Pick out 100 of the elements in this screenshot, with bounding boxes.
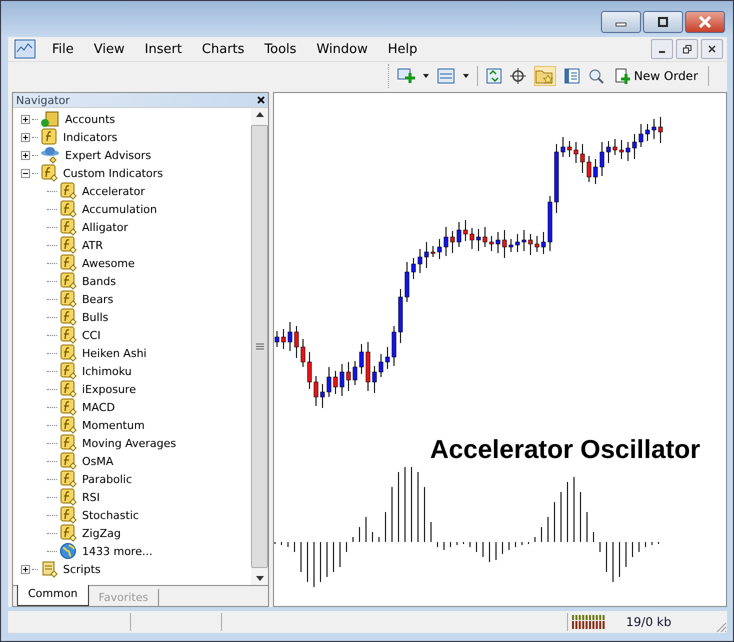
tree-item[interactable]: Stochastic (82, 508, 139, 522)
resize-grip-icon[interactable] (715, 621, 727, 633)
tree-item[interactable]: Ichimoku (82, 364, 132, 378)
scrollbar[interactable] (251, 108, 268, 585)
expander-icon[interactable] (21, 114, 30, 124)
candlestick (470, 228, 474, 250)
candlestick (444, 226, 448, 256)
close-icon[interactable] (257, 96, 265, 104)
caret-icon[interactable] (422, 74, 429, 78)
menu-item[interactable]: Insert (134, 42, 192, 56)
scroll-down-icon[interactable] (256, 576, 264, 581)
tree-item[interactable]: Heiken Ashi (82, 346, 147, 360)
tree-item[interactable]: Bears (82, 292, 114, 306)
tree-item[interactable]: CCI (82, 328, 101, 342)
magnifier-icon[interactable] (588, 68, 604, 84)
tree-item[interactable]: ZigZag (82, 526, 121, 540)
menu-item[interactable]: Window (306, 42, 378, 56)
tree-item[interactable]: Scripts (63, 562, 101, 576)
menu-item[interactable]: Charts (192, 42, 254, 56)
grip-icon (256, 343, 264, 350)
tree-item[interactable]: Momentum (82, 418, 145, 432)
connection-meter-icon (572, 615, 606, 629)
crosshair-icon[interactable] (510, 68, 526, 84)
candlestick (307, 352, 312, 390)
globe-icon (59, 542, 77, 560)
function-icon (59, 416, 77, 434)
terminal-icon[interactable] (564, 68, 580, 84)
maximize-button[interactable] (643, 11, 683, 33)
candlestick (541, 232, 546, 254)
chart-app-icon[interactable] (14, 38, 36, 60)
candlestick (626, 142, 630, 162)
tree-item[interactable]: Accounts (65, 112, 116, 126)
tree-item[interactable]: Bulls (82, 310, 108, 324)
candlestick (645, 124, 650, 142)
candlestick (333, 370, 338, 394)
function-icon (59, 236, 77, 254)
minimize-button[interactable] (601, 11, 641, 33)
candlestick (502, 230, 507, 258)
candlestick (430, 246, 436, 258)
candlestick (534, 236, 540, 252)
candlestick (612, 138, 618, 156)
caret-icon[interactable] (462, 74, 469, 78)
tree-item[interactable]: Accelerator (82, 184, 145, 198)
tree-item[interactable]: Alligator (82, 220, 128, 234)
tree-item[interactable]: 1433 more... (82, 544, 152, 558)
function-icon (59, 524, 77, 542)
candlestick (567, 140, 572, 158)
tree-item[interactable]: OsMA (82, 454, 114, 468)
candlestick (652, 118, 656, 140)
candlestick (274, 330, 280, 348)
tree-item[interactable]: MACD (82, 400, 115, 414)
panel-tab[interactable]: Common (17, 585, 89, 606)
scroll-up-icon[interactable] (256, 112, 264, 117)
chart-caption: Accelerator Oscillator (430, 434, 700, 465)
new-chart-icon[interactable] (396, 68, 415, 84)
menu-item[interactable]: View (84, 42, 135, 56)
expander-icon[interactable] (21, 564, 30, 574)
tree-item[interactable]: Bands (82, 274, 116, 288)
tree-item[interactable]: Parabolic (82, 472, 132, 486)
market-watch-icon[interactable] (486, 68, 502, 84)
tree-item[interactable]: Awesome (82, 256, 135, 270)
candlestick (320, 384, 325, 408)
candlestick (476, 228, 481, 252)
minimize-button[interactable] (651, 39, 673, 59)
candlestick (496, 232, 500, 254)
candlestick (554, 144, 559, 214)
close-button[interactable] (685, 11, 725, 33)
function-icon (40, 128, 58, 146)
candlestick (366, 342, 370, 392)
expander-icon[interactable] (21, 168, 30, 178)
new-order-button[interactable]: New Order (612, 68, 700, 84)
function-icon (59, 506, 77, 524)
candlestick (580, 144, 585, 174)
tree-item[interactable]: ATR (82, 238, 104, 252)
tree-item[interactable]: RSI (82, 490, 100, 504)
panel-title: Navigator (16, 94, 70, 106)
tree-item[interactable]: Moving Averages (82, 436, 176, 450)
candlestick (300, 338, 306, 368)
function-icon (59, 470, 77, 488)
candlestick (372, 366, 377, 394)
expander-icon[interactable] (21, 132, 30, 142)
profiles-icon[interactable] (436, 68, 455, 84)
tree-item[interactable]: Custom Indicators (63, 166, 163, 180)
expander-icon[interactable] (21, 150, 30, 160)
close-button[interactable] (701, 39, 723, 59)
candlestick (340, 364, 344, 396)
restore-button[interactable] (676, 39, 698, 59)
candlestick (606, 140, 611, 164)
candlestick (522, 230, 526, 252)
function-icon (59, 344, 77, 362)
function-icon (59, 398, 77, 416)
menu-item[interactable]: Tools (254, 42, 306, 56)
menu-item[interactable]: File (42, 42, 84, 56)
tree-item[interactable]: Expert Advisors (65, 148, 152, 162)
menu-item[interactable]: Help (378, 42, 428, 56)
candlestick (411, 258, 416, 280)
function-icon (59, 290, 77, 308)
tree-item[interactable]: iExposure (82, 382, 136, 396)
tree-item[interactable]: Accumulation (82, 202, 157, 216)
tree-item[interactable]: Indicators (63, 130, 118, 144)
